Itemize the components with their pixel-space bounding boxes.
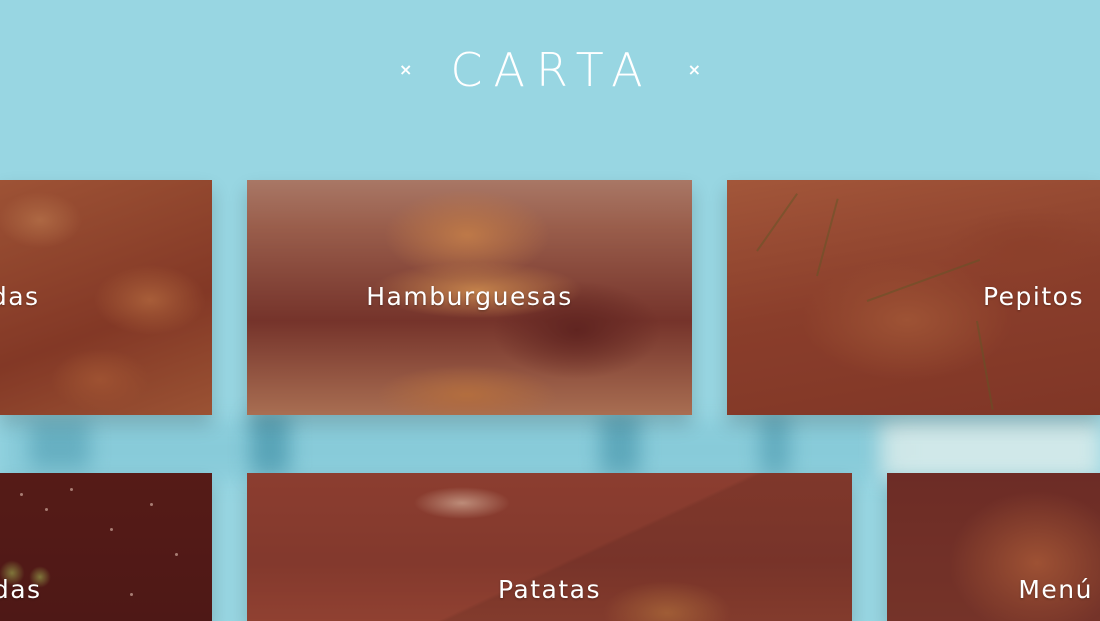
background-blur (250, 415, 290, 475)
category-label: Patatas (497, 575, 602, 604)
menu-category-card-menu[interactable]: Menú (887, 473, 1100, 621)
page-title: CARTA (450, 43, 654, 97)
category-label: Pepitos (982, 282, 1084, 311)
background-blur (880, 420, 1100, 480)
menu-category-card-pepitos[interactable]: Pepitos (727, 180, 1100, 415)
menu-category-card[interactable]: adas (0, 473, 212, 621)
cross-decoration-icon: × (687, 60, 701, 79)
background-blur (30, 420, 90, 470)
background-blur (600, 415, 640, 475)
menu-category-card-patatas[interactable]: Patatas (247, 473, 852, 621)
menu-category-card[interactable]: adas (0, 180, 212, 415)
category-label: Hamburguesas (366, 282, 573, 311)
category-label: adas (0, 575, 42, 604)
menu-category-card-hamburguesas[interactable]: Hamburguesas (247, 180, 692, 415)
background-blur (760, 415, 790, 475)
section-header: × CARTA × (0, 38, 1100, 102)
category-label: adas (0, 282, 40, 311)
category-label: Menú (1018, 575, 1093, 604)
cross-decoration-icon: × (398, 60, 413, 79)
